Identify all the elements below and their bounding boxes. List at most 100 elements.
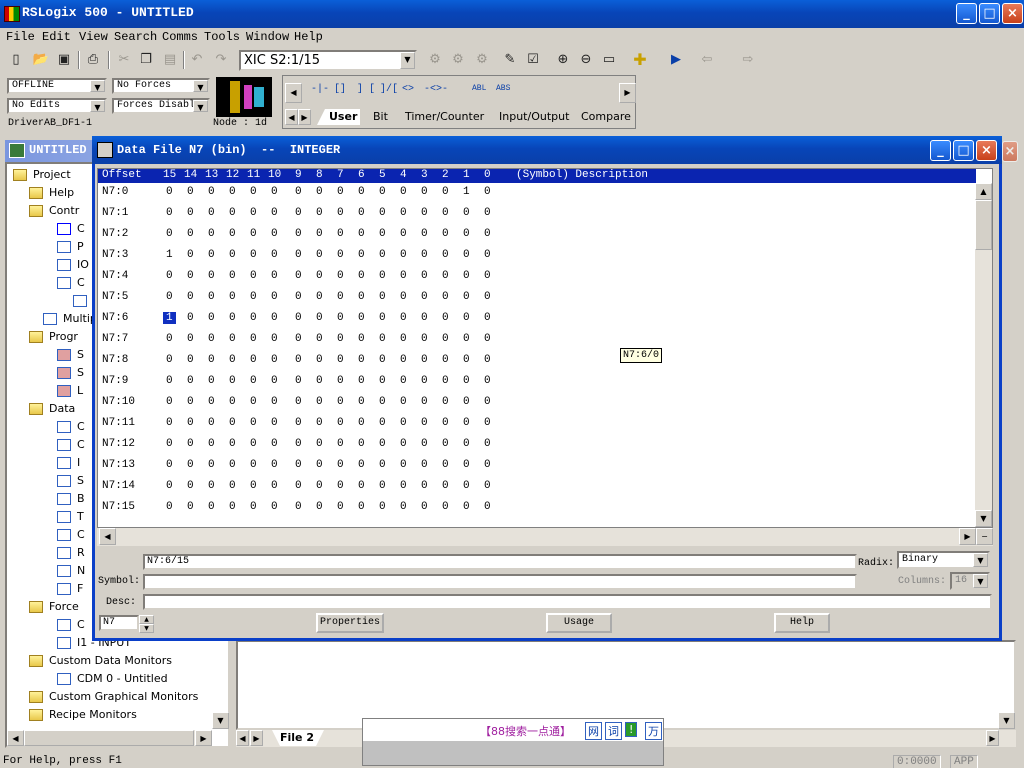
open-folder-icon[interactable]: 📂	[31, 50, 51, 70]
bit-cell[interactable]: 0	[400, 186, 407, 198]
tree-item[interactable]: Progr	[29, 330, 78, 348]
bit-cell[interactable]: 0	[358, 459, 365, 471]
bit-cell[interactable]: 0	[484, 480, 491, 492]
bit-cell[interactable]: 0	[271, 333, 278, 345]
ime-word-button[interactable]: 词	[605, 722, 622, 740]
bit-cell[interactable]: 0	[400, 417, 407, 429]
bit-cell[interactable]: 1	[463, 186, 470, 198]
bit-cell[interactable]: 0	[316, 333, 323, 345]
bit-cell[interactable]: 0	[250, 207, 257, 219]
tree-item[interactable]: Force	[29, 600, 79, 618]
bit-cell[interactable]: 0	[421, 375, 428, 387]
undo-icon[interactable]: ↶	[187, 50, 207, 70]
bit-cell[interactable]: 0	[271, 438, 278, 450]
bit-cell[interactable]: 0	[337, 354, 344, 366]
scroll-left-arrow-icon[interactable]: ◀	[99, 528, 116, 545]
bit-cell[interactable]: 0	[208, 417, 215, 429]
bit-cell[interactable]: 0	[295, 459, 302, 471]
bit-cell[interactable]: 0	[421, 438, 428, 450]
bit-cell[interactable]: 0	[271, 375, 278, 387]
tree-item[interactable]: S	[57, 474, 84, 492]
close-button[interactable]: ×	[1002, 3, 1023, 24]
bit-cell[interactable]: 0	[442, 354, 449, 366]
bit-cell[interactable]: 0	[463, 375, 470, 387]
bit-cell[interactable]: 0	[166, 354, 173, 366]
bit-cell[interactable]: 0	[316, 459, 323, 471]
bit-cell[interactable]: 0	[442, 459, 449, 471]
bit-cell[interactable]: 0	[337, 249, 344, 261]
bit-cell[interactable]: 0	[358, 228, 365, 240]
tab-left-arrow-icon[interactable]: ◀	[285, 109, 298, 125]
bit-cell[interactable]: 0	[463, 438, 470, 450]
bit-cell[interactable]: 0	[166, 417, 173, 429]
properties-button[interactable]: Properties	[316, 613, 384, 633]
bit-cell[interactable]: 0	[250, 375, 257, 387]
tree-item[interactable]: F	[57, 582, 83, 600]
tree-item[interactable]: R	[57, 546, 85, 564]
bit-cell[interactable]: 0	[229, 501, 236, 513]
bit-cell[interactable]: 0	[295, 396, 302, 408]
xic-instruction-icon[interactable]: -|-	[311, 84, 329, 95]
bit-cell[interactable]: 0	[484, 228, 491, 240]
scroll-down-arrow-icon[interactable]: ▼	[998, 712, 1015, 729]
forces-combo[interactable]: No Forces ▼	[112, 78, 210, 94]
redo-icon[interactable]: ↷	[211, 50, 231, 70]
bit-cell[interactable]: 0	[442, 228, 449, 240]
chevron-down-icon[interactable]: ▼	[400, 52, 415, 69]
bit-cell[interactable]: 0	[208, 501, 215, 513]
bit-cell[interactable]: 0	[400, 396, 407, 408]
tab-input-output[interactable]: Input/Output	[487, 109, 573, 125]
bit-cell[interactable]: 0	[463, 228, 470, 240]
tree-item[interactable]: C	[57, 528, 85, 546]
bit-cell[interactable]: 0	[442, 417, 449, 429]
bit-cell[interactable]: 0	[379, 291, 386, 303]
bit-cell[interactable]: 0	[250, 459, 257, 471]
bit-cell[interactable]: 0	[421, 249, 428, 261]
bit-cell[interactable]: 0	[379, 333, 386, 345]
otl-coil-icon[interactable]: -<>-	[424, 84, 448, 95]
tree-item[interactable]: L	[57, 384, 83, 402]
tree-item[interactable]: IO	[57, 258, 89, 276]
bit-cell[interactable]: 0	[316, 375, 323, 387]
ime-web-button[interactable]: 网	[585, 722, 602, 740]
data-table-hscroll[interactable]: ◀ ▶ −	[97, 528, 993, 546]
ime-alert-button[interactable]: !	[625, 722, 638, 737]
bit-cell[interactable]: 0	[400, 312, 407, 324]
bit-cell[interactable]: 0	[400, 375, 407, 387]
bit-cell[interactable]: 0	[166, 501, 173, 513]
scroll-down-arrow-icon[interactable]: ▼	[212, 712, 229, 729]
bit-cell[interactable]: 0	[316, 438, 323, 450]
tab-file-2[interactable]: File 2	[272, 730, 324, 746]
spin-up-icon[interactable]: ▲	[139, 615, 154, 624]
data-file-close-button[interactable]: ×	[976, 140, 997, 161]
tree-item[interactable]: I	[57, 456, 80, 474]
window-icon[interactable]: ▭	[599, 50, 619, 70]
verify-icon[interactable]: ⚙	[425, 50, 445, 70]
bit-cell[interactable]: 0	[316, 501, 323, 513]
bit-cell[interactable]: 0	[316, 417, 323, 429]
bit-cell[interactable]: 0	[358, 375, 365, 387]
scroll-right-arrow-icon[interactable]: ▶	[195, 730, 212, 746]
bit-cell[interactable]: 1	[163, 312, 176, 324]
bit-cell[interactable]: 0	[442, 480, 449, 492]
bit-cell[interactable]: 0	[187, 207, 194, 219]
menu-view[interactable]: View	[79, 30, 108, 44]
menu-help[interactable]: Help	[294, 30, 323, 44]
bit-cell[interactable]: 0	[250, 438, 257, 450]
bit-cell[interactable]: 0	[250, 501, 257, 513]
bit-cell[interactable]: 0	[484, 438, 491, 450]
tab-left-arrow-icon[interactable]: ◀	[236, 730, 249, 746]
forward-arrow-icon[interactable]: ⇨	[738, 50, 758, 70]
bit-cell[interactable]: 0	[295, 207, 302, 219]
bit-cell[interactable]: 0	[229, 249, 236, 261]
scroll-left-arrow-icon[interactable]: ◀	[7, 730, 24, 746]
bit-cell[interactable]: 0	[271, 249, 278, 261]
edits-combo[interactable]: No Edits ▼	[7, 98, 107, 114]
bit-cell[interactable]: 0	[166, 375, 173, 387]
bit-cell[interactable]: 0	[463, 501, 470, 513]
tab-right-arrow-icon[interactable]: ▶	[298, 109, 311, 125]
bit-cell[interactable]: 0	[229, 186, 236, 198]
bit-cell[interactable]: 1	[166, 249, 173, 261]
bit-cell[interactable]: 0	[463, 207, 470, 219]
bit-cell[interactable]: 0	[442, 438, 449, 450]
